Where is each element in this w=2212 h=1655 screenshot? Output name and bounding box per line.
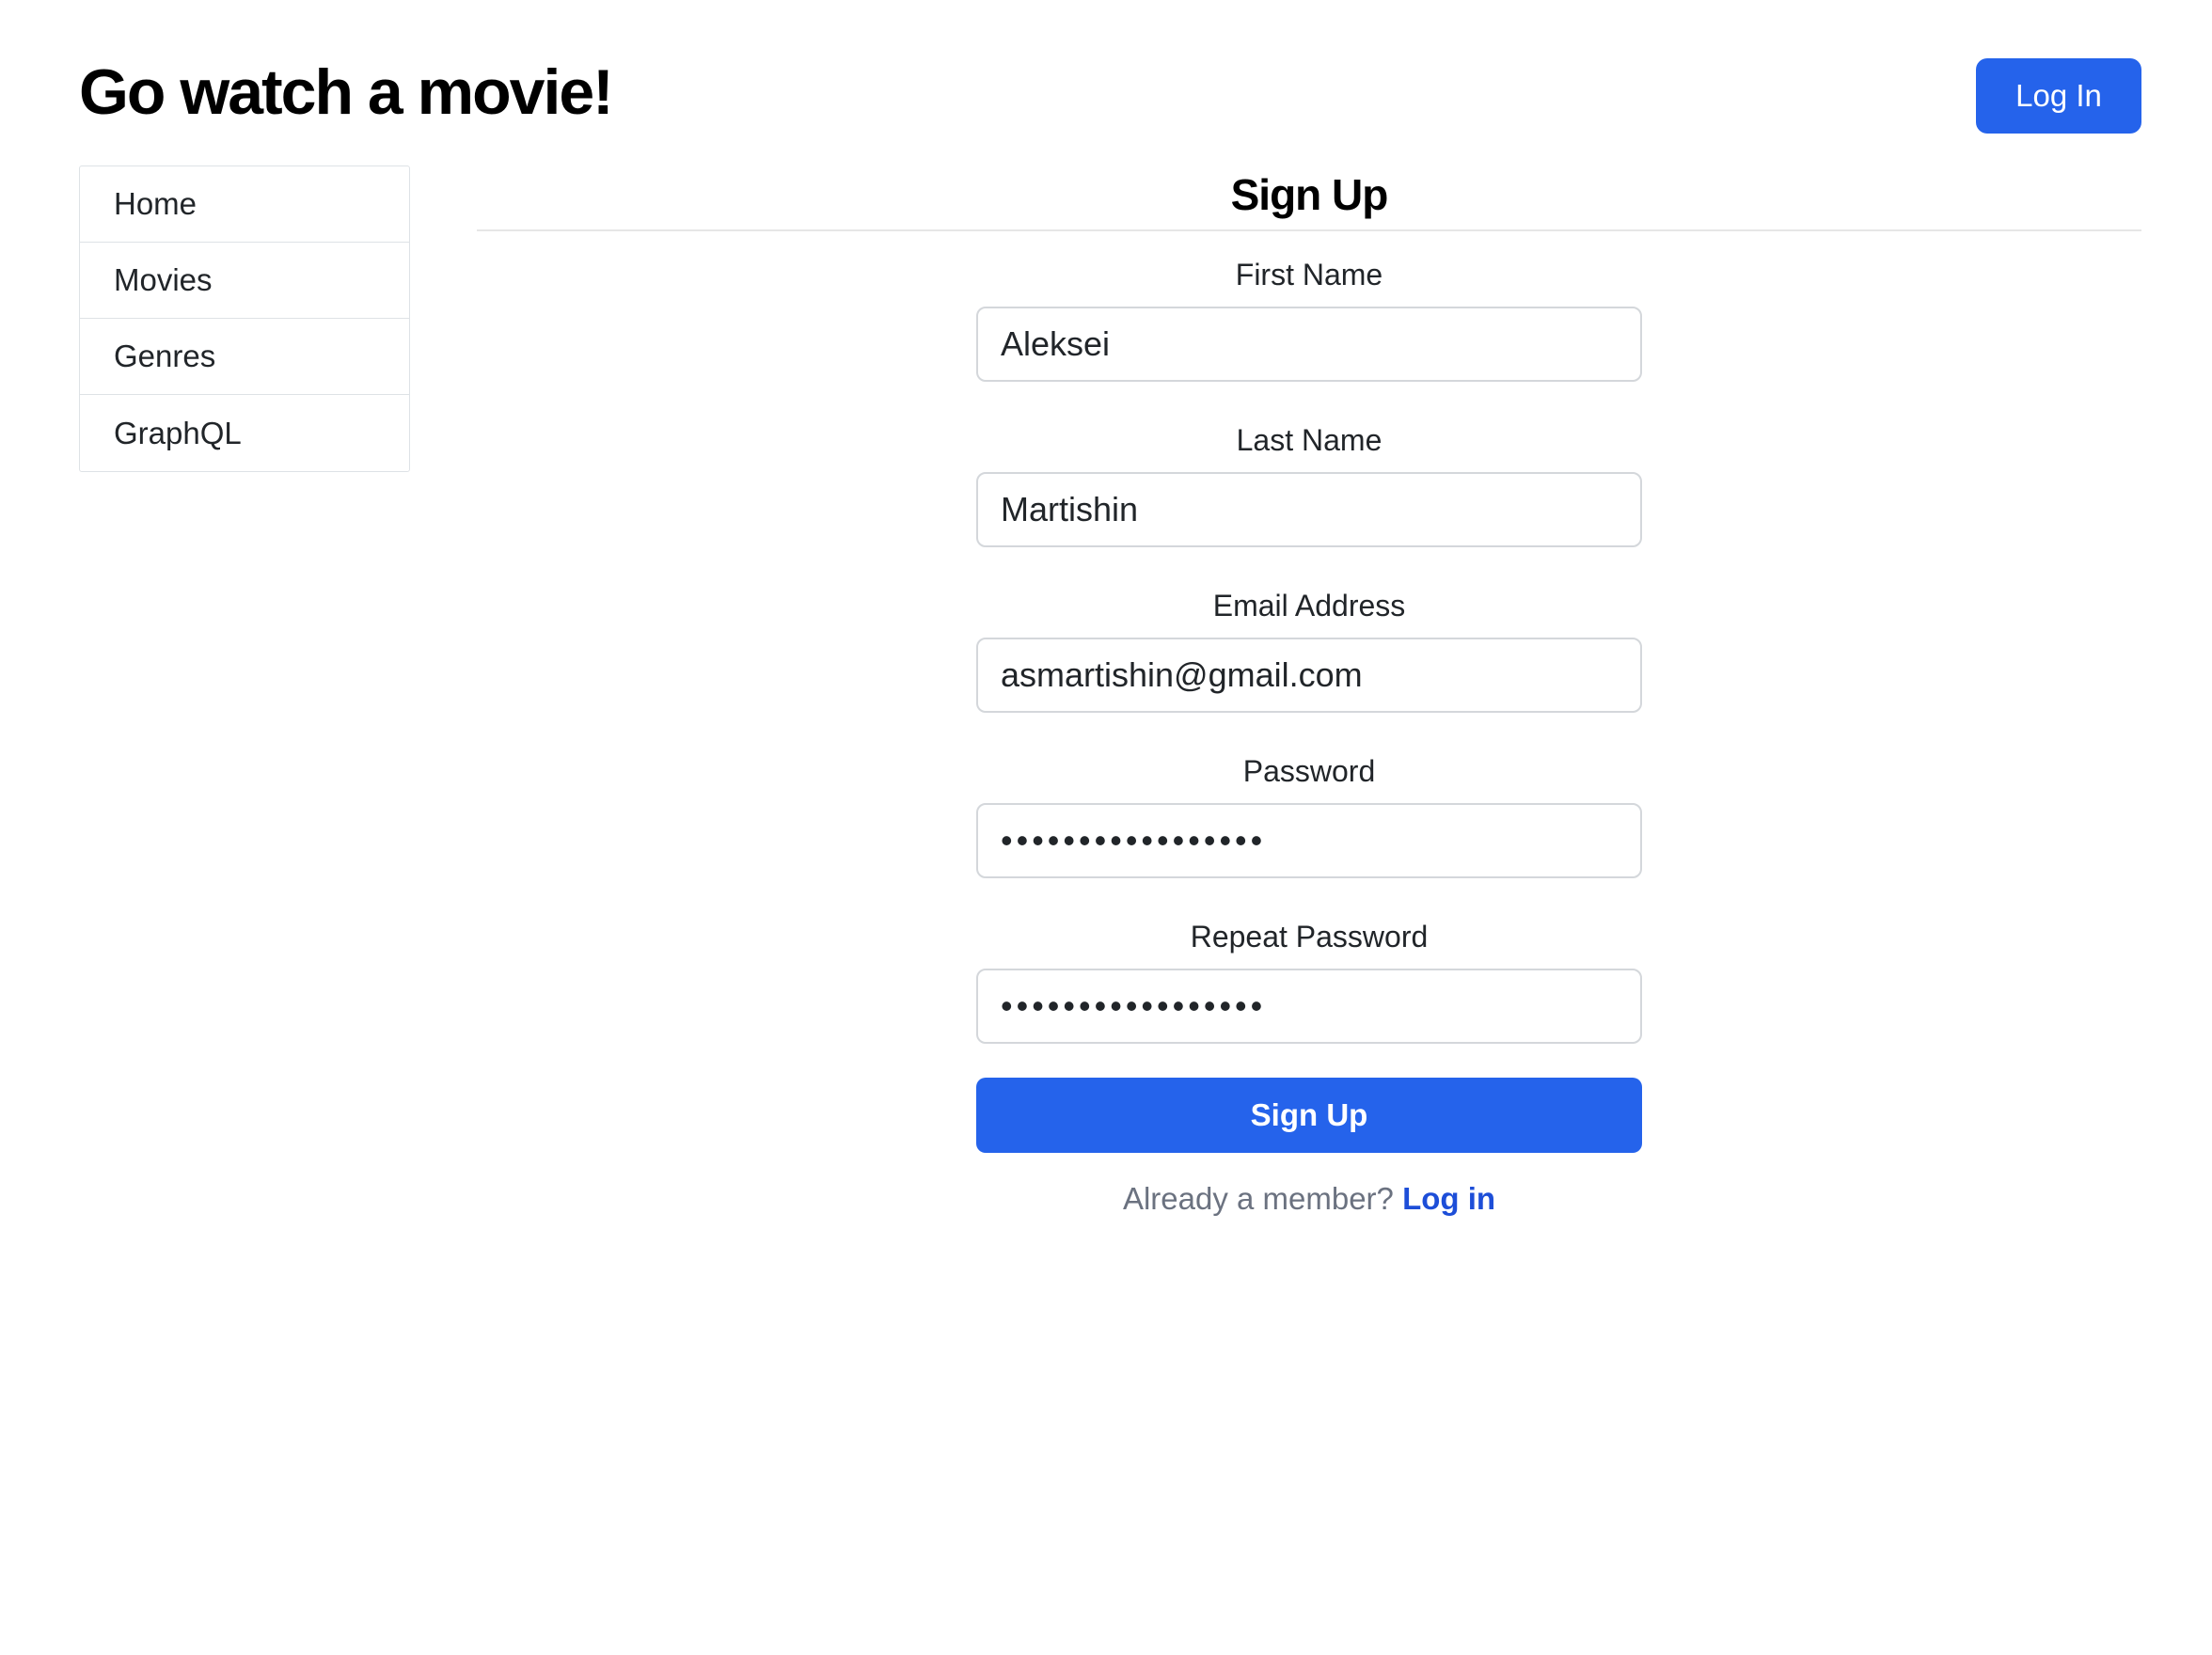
password-label: Password [1242,754,1376,788]
site-title: Go watch a movie! [79,56,614,128]
repeat-password-input[interactable] [976,969,1642,1044]
page-title: Sign Up [1230,170,1389,219]
email-label: Email Address [1212,589,1406,623]
login-link[interactable]: Log in [1402,1181,1495,1216]
signup-button[interactable]: Sign Up [976,1078,1642,1153]
sidebar-item-label: Genres [114,339,216,373]
signup-form: First Name Last Name Email Address Passw… [976,250,1642,1217]
sidebar-item-movies[interactable]: Movies [80,243,409,319]
login-prompt-text: Already a member? [1122,1181,1394,1216]
sidebar-item-home[interactable]: Home [80,166,409,243]
repeat-password-label: Repeat Password [1190,920,1429,954]
sidebar-item-label: Movies [114,262,213,297]
last-name-label: Last Name [1236,423,1382,457]
main-content: Sign Up First Name Last Name Email Addre… [477,166,2141,1216]
title-divider [477,229,2141,231]
first-name-label: First Name [1235,258,1383,292]
login-button[interactable]: Log In [1976,58,2141,134]
sidebar-item-genres[interactable]: Genres [80,319,409,395]
password-input[interactable] [976,803,1642,878]
sidebar-item-label: Home [114,186,198,221]
sidebar-item-graphql[interactable]: GraphQL [80,395,409,471]
sidebar-nav: Home Movies Genres GraphQL [79,166,410,472]
last-name-input[interactable] [976,472,1642,547]
first-name-input[interactable] [976,307,1642,382]
sidebar-item-label: GraphQL [114,415,242,450]
login-prompt: Already a member? Log in [976,1181,1642,1217]
email-input[interactable] [976,638,1642,713]
